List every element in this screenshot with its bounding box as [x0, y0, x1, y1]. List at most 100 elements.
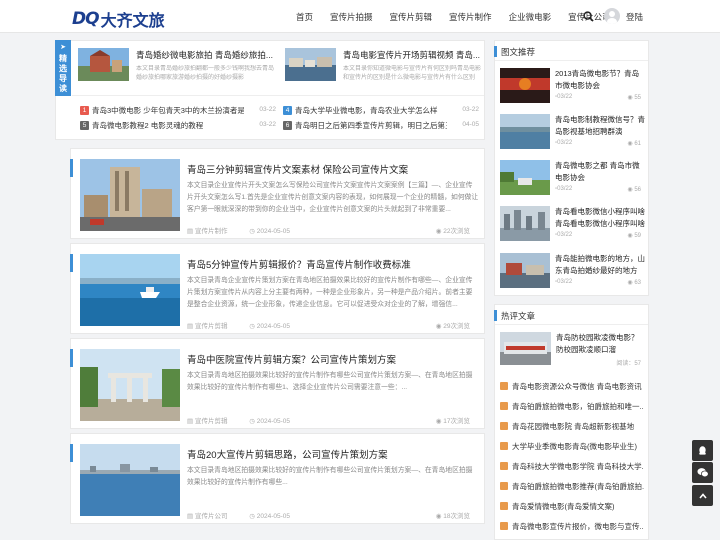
hot-item[interactable]: 青岛微电影宣传片报价，微电影与宣传...: [500, 520, 645, 532]
hot-top-thumbnail: [500, 332, 551, 365]
featured-list-date: 03-22: [259, 121, 276, 128]
article-title[interactable]: 青岛中医院宣传片剪辑方案？公司宣传片策划方案: [187, 352, 477, 366]
featured-thumbnail: [78, 48, 129, 81]
qq-icon: [699, 446, 706, 455]
article-title[interactable]: 青岛三分钟剪辑宣传片文案素材 保险公司宣传片文案: [187, 162, 477, 176]
article-views: ◉ 29次浏览: [435, 323, 470, 330]
nav-production[interactable]: 宣传片制作: [449, 11, 492, 23]
wechat-icon: [697, 468, 709, 478]
rank-badge: 4: [283, 106, 292, 115]
nav-home[interactable]: 首页: [296, 11, 313, 23]
hot-item[interactable]: 青岛花园微电影院 青岛超新影视基地: [500, 420, 645, 432]
main-nav: 首页 宣传片拍摄 宣传片剪辑 宣传片制作 企业微电影 宣传片公司: [296, 0, 628, 33]
site-logo[interactable]: DQ 大齐文旅: [72, 7, 165, 31]
article-title[interactable]: 青岛20大宣传片剪辑思路，公司宣传片策划方案: [187, 447, 477, 461]
float-qq-button[interactable]: [692, 440, 713, 461]
featured-list-item[interactable]: 5 青岛微电影教程2 电影灵魂的教程 03-22: [80, 119, 276, 131]
featured-card-title: 青岛婚纱微电影旅拍 青岛婚纱旅拍...: [136, 50, 273, 60]
recommend-title: 2013青岛微电影节？青岛市微电影协会: [555, 69, 640, 90]
article-excerpt: 本文目录青岛地区拍摄效果比较好的宣传片制作有哪些公司宣传片策划方案—、在青岛地区…: [187, 372, 473, 391]
back-to-top-button[interactable]: [692, 485, 713, 506]
recommend-item[interactable]: 青岛能拍微电影的地方，山东青岛拍婚纱最好的地方 ▫03/22 ◉ 63: [500, 253, 645, 289]
hot-item[interactable]: 青岛铂爵旅拍微电影推荐(青岛铂爵旅拍...: [500, 480, 645, 492]
featured-card[interactable]: 青岛婚纱微电影旅拍 青岛婚纱旅拍... 本文目录青岛婚纱旅拍翻都一般多少钱啊我想…: [78, 48, 278, 88]
hot-item[interactable]: 青岛电影资源公众号微信 青岛电影资讯: [500, 380, 645, 392]
widget-title: 热评文章: [494, 305, 648, 325]
article-card[interactable]: 青岛三分钟剪辑宣传片文案素材 保险公司宣传片文案 本文目录企业宣传片开头文案怎么…: [70, 148, 485, 239]
hot-item[interactable]: 青岛科技大学微电影学院 青岛科技大学...: [500, 460, 645, 472]
chevron-up-icon: [698, 492, 707, 499]
divider: [72, 95, 484, 96]
article-category[interactable]: ▤ 宣传片剪辑: [187, 418, 237, 425]
featured-list-item[interactable]: 4 青岛大学毕业微电影，青岛农业大学怎么样 03-22: [283, 104, 479, 116]
recommend-date: ▫03/22: [555, 186, 573, 192]
article-category[interactable]: ▤ 宣传片剪辑: [187, 323, 237, 330]
recommend-thumbnail: [500, 114, 550, 149]
article-category[interactable]: ▤ 宣传片公司: [187, 513, 237, 520]
article-card[interactable]: 青岛20大宣传片剪辑思路，公司宣传片策划方案 本文目录青岛地区拍摄效果比较好的宣…: [70, 433, 485, 524]
featured-tab-char: 选: [59, 64, 67, 73]
recommend-title: 青岛微电影之都 青岛市微电影协会: [555, 161, 640, 182]
featured-tab-char: 导: [59, 74, 67, 83]
site-header: DQ 大齐文旅 首页 宣传片拍摄 宣传片剪辑 宣传片制作 企业微电影 宣传片公司…: [0, 0, 720, 33]
login-link[interactable]: 登陆: [626, 11, 643, 23]
article-thumbnail: [80, 444, 180, 516]
article-date: ◷ 2024-05-05: [249, 513, 290, 520]
avatar[interactable]: [604, 8, 620, 24]
recommend-title: 青岛电影制教程微信号？青岛影视基地招聘群演: [555, 115, 645, 136]
recommend-item[interactable]: 青岛看电影微信小程序叫啥 青岛看电影微信小程序叫啥 ▫03/22 ◉ 59: [500, 206, 645, 242]
nav-micro-film[interactable]: 企业微电影: [509, 11, 552, 23]
recommend-item[interactable]: 青岛微电影之都 青岛市微电影协会 ▫03/22 ◉ 56: [500, 160, 645, 196]
accent-bar: [70, 159, 73, 177]
logo-text: 大齐文旅: [100, 11, 165, 30]
nav-editing[interactable]: 宣传片剪辑: [390, 11, 433, 23]
rank-badge: 6: [283, 121, 292, 130]
recommend-item[interactable]: 2013青岛微电影节？青岛市微电影协会 ▫03/22 ◉ 55: [500, 68, 645, 104]
accent-bar: [70, 349, 73, 367]
widget-title: 图文推荐: [494, 41, 648, 61]
recommend-title: 青岛能拍微电影的地方，山东青岛拍婚纱最好的地方: [555, 254, 645, 275]
featured-list-date: 03-22: [259, 106, 276, 113]
recommend-item[interactable]: 青岛电影制教程微信号？青岛影视基地招聘群演 ▫03/22 ◉ 61: [500, 114, 645, 150]
featured-list-title: 青岛明日之后第四季宣传片剪辑，明日之后第三...: [295, 121, 447, 130]
hot-item[interactable]: 大学毕业季微电影青岛(微电影毕业生): [500, 440, 645, 452]
rank-badge: 1: [80, 106, 89, 115]
recommend-thumbnail: [500, 68, 550, 103]
accent-bar: [70, 254, 73, 272]
featured-list-date: 04-05: [462, 121, 479, 128]
featured-card-desc: 本文目录你知道微电影与宣传片有何区别吗青岛电影和宣传片的区别是什么微电影与宣传片…: [343, 66, 482, 81]
recommend-date: ▫03/22: [555, 279, 573, 285]
search-icon[interactable]: [583, 11, 594, 22]
hot-title: 青岛科技大学微电影学院 青岛科技大学...: [512, 462, 644, 471]
featured-card[interactable]: 青岛电影宣传片开场剪辑视频 青岛... 本文目录你知道微电影与宣传片有何区别吗青…: [285, 48, 485, 88]
article-thumbnail: [80, 159, 180, 231]
recommend-views: ◉ 56: [627, 187, 641, 193]
hot-title: 青岛花园微电影院 青岛超新影视基地: [512, 422, 635, 431]
article-card[interactable]: 青岛5分钟宣传片剪辑报价？青岛宣传片制作收费标准 本文目录青岛企业宣传片策划方案…: [70, 243, 485, 334]
featured-list-item[interactable]: 1 青岛3中微电影 少年包青天3中的木兰扮演者是谁 03-22: [80, 104, 276, 116]
nav-shooting[interactable]: 宣传片拍摄: [330, 11, 373, 23]
article-card[interactable]: 青岛中医院宣传片剪辑方案？公司宣传片策划方案 本文目录青岛地区拍摄效果比较好的宣…: [70, 338, 485, 429]
hot-item[interactable]: 青岛爱情微电影(青岛爱情文案): [500, 500, 645, 512]
hot-title: 青岛铂爵旅拍微电影推荐(青岛铂爵旅拍...: [512, 482, 644, 491]
article-title[interactable]: 青岛5分钟宣传片剪辑报价？青岛宣传片制作收费标准: [187, 257, 477, 271]
hot-marker: [500, 382, 508, 390]
float-wechat-button[interactable]: [692, 462, 713, 483]
recommend-views: ◉ 59: [627, 233, 641, 239]
article-category[interactable]: ▤ 宣传片制作: [187, 228, 237, 235]
article-date: ◷ 2024-05-05: [249, 228, 290, 235]
article-date: ◷ 2024-05-05: [249, 418, 290, 425]
featured-list-title: 青岛大学毕业微电影，青岛农业大学怎么样: [295, 106, 438, 115]
hot-top-item[interactable]: 青岛防校园欺凌微电影？防校园欺凌顺口溜 阅读：57: [500, 328, 645, 368]
hot-title: 大学毕业季微电影青岛(微电影毕业生): [512, 442, 637, 451]
featured-list-item[interactable]: 6 青岛明日之后第四季宣传片剪辑，明日之后第三... 04-05: [283, 119, 479, 131]
featured-list-title: 青岛3中微电影 少年包青天3中的木兰扮演者是谁: [92, 106, 244, 115]
recommend-thumbnail: [500, 206, 550, 241]
hot-title: 青岛爱情微电影(青岛爱情文案): [512, 502, 615, 511]
hot-item[interactable]: 青岛铂爵旅拍微电影，铂爵旅拍和唯一...: [500, 400, 645, 412]
recommend-date: ▫03/22: [555, 94, 573, 100]
recommend-thumbnail: [500, 160, 550, 195]
recommend-views: ◉ 63: [627, 280, 641, 286]
featured-tab-char: 读: [59, 84, 67, 93]
article-meta: ▤ 宣传片制作 ◷ 2024-05-05: [187, 225, 310, 235]
